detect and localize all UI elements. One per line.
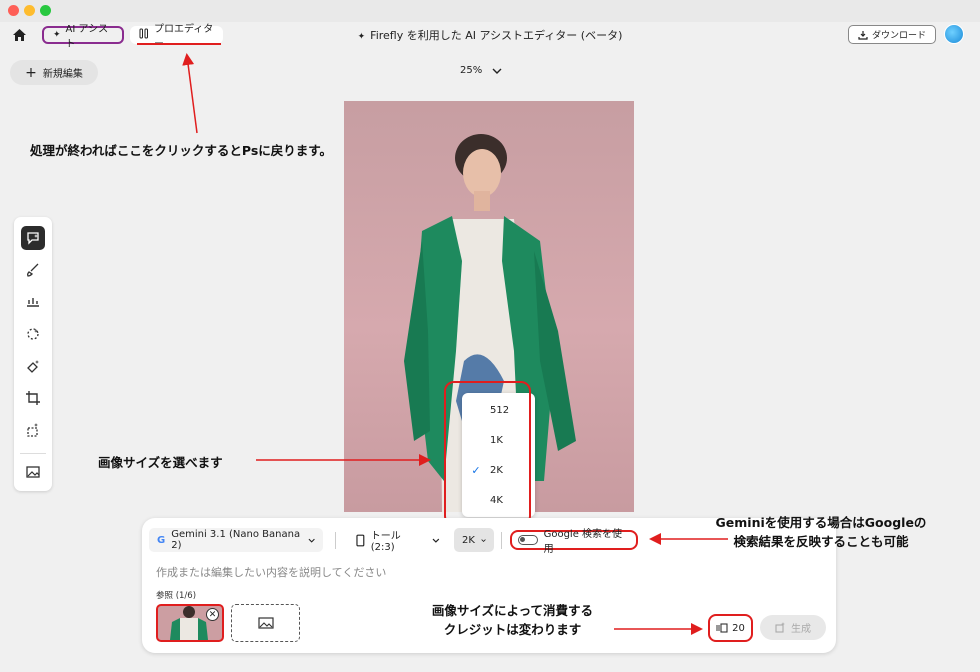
annotation-arrows	[182, 53, 728, 635]
arrow-to-pro-editor	[182, 53, 198, 134]
